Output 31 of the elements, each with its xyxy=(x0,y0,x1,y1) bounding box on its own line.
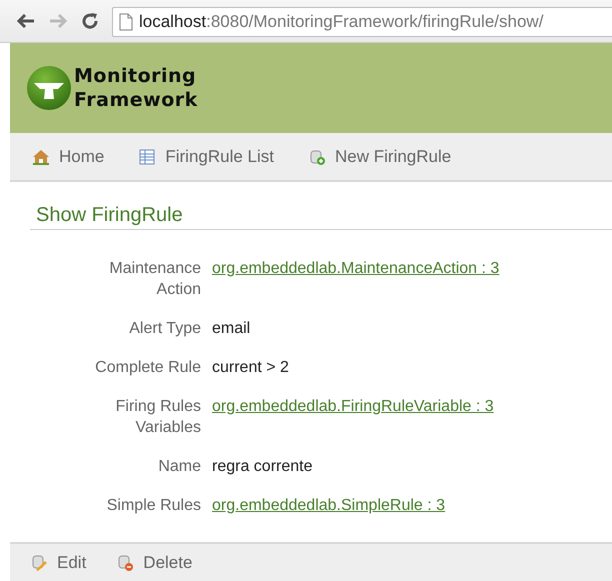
property-label: Firing Rules Variables xyxy=(114,397,201,438)
property-link[interactable]: org.embeddedlab.FiringRuleVariable : 3 xyxy=(212,396,494,438)
page-title: Show FiringRule xyxy=(30,204,612,230)
address-field[interactable]: localhost:8080/MonitoringFramework/firingRule/show/ xyxy=(112,7,612,37)
nav-link[interactable]: Home xyxy=(32,146,104,166)
property-value: regra corrente xyxy=(212,457,314,477)
table-icon xyxy=(138,148,156,166)
property-label: Name xyxy=(157,457,201,477)
database-delete-icon xyxy=(116,554,134,572)
property-value: email xyxy=(212,319,252,339)
address-path: :8080/MonitoringFramework/firingRule/show/ xyxy=(206,12,544,32)
page-icon xyxy=(119,13,133,31)
property-link[interactable]: org.embeddedlab.SimpleRule : 3 xyxy=(212,495,446,516)
property-label: Complete Rule xyxy=(94,358,201,378)
property-label: Simple Rules xyxy=(106,496,201,516)
address-host: localhost xyxy=(139,12,206,32)
house-icon xyxy=(32,148,50,166)
property-value: current > 2 xyxy=(212,358,290,378)
edit-button[interactable]: Edit xyxy=(30,552,86,572)
logo-icon xyxy=(26,65,72,111)
database-add-icon xyxy=(308,148,326,166)
logo-text: Monitoring Framework xyxy=(74,64,198,112)
nav-link[interactable]: New FiringRule xyxy=(308,146,452,166)
back-icon[interactable] xyxy=(16,11,36,31)
property-label: Alert Type xyxy=(128,319,201,339)
delete-button[interactable]: Delete xyxy=(116,552,192,572)
property-label: Maintenance Action xyxy=(108,259,201,300)
nav-link[interactable]: FiringRule List xyxy=(138,146,274,166)
property-link[interactable]: org.embeddedlab.MaintenanceAction : 3 xyxy=(212,258,500,300)
reload-icon[interactable] xyxy=(80,11,100,31)
database-pencil-icon xyxy=(30,554,48,572)
